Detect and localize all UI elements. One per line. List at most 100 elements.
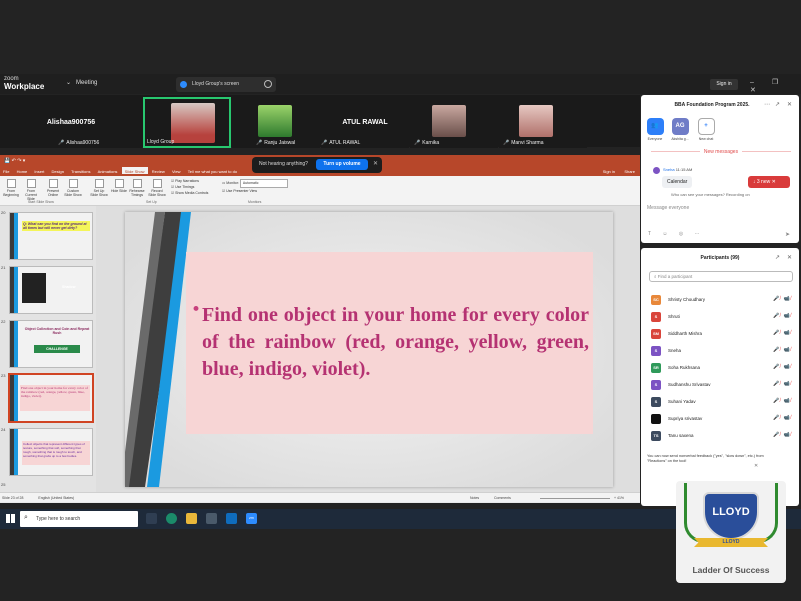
participant-search-input[interactable]: ⌕ Find a participant — [649, 271, 793, 282]
tab-design[interactable]: Design — [49, 167, 67, 174]
muted-icons[interactable]: 🎤̸ 📹̸ — [773, 432, 792, 438]
close-icon[interactable]: ✕ — [754, 463, 758, 469]
avatar: S — [651, 380, 661, 390]
tab-insert[interactable]: Insert — [31, 167, 47, 174]
participant-row[interactable]: S Sudhanshu Srivastav 🎤̸ 📹̸ — [641, 377, 799, 393]
participant-row[interactable]: SR Soha Rukhsana 🎤̸ 📹̸ — [641, 360, 799, 376]
sign-in-button[interactable]: Sign in — [710, 79, 738, 90]
from-beginning-button[interactable]: From Beginning — [2, 179, 20, 197]
muted-icons[interactable]: 🎤̸ 📹̸ — [773, 330, 792, 336]
participant-row[interactable]: S Sneha 🎤̸ 📹̸ — [641, 343, 799, 359]
custom-show-button[interactable]: Custom Slide Show — [64, 179, 82, 197]
channel-everyone[interactable]: 👥 Everyone — [644, 118, 666, 141]
participant-video — [258, 105, 292, 137]
participant-row[interactable]: TS Tanu saxena 🎤̸ 📹̸ — [641, 428, 799, 444]
record-show-button[interactable]: Record Slide Show — [148, 179, 166, 197]
notes-button[interactable]: Notes — [470, 496, 479, 500]
participant-tile-active[interactable]: Lloyd Group — [143, 97, 231, 148]
tab-view[interactable]: View — [169, 167, 184, 174]
slide-thumbnail-selected[interactable]: Find one object in your home for every c… — [8, 373, 94, 423]
participant-tile[interactable]: 🎤 Karnika — [410, 97, 498, 148]
muted-icons[interactable]: 🎤̸ 📹̸ — [773, 415, 792, 421]
zoom-logo: zoom Workplace — [4, 76, 44, 91]
participant-tile[interactable]: 🎤 Ranju Jaiswal — [232, 97, 320, 148]
close-icon[interactable]: ✕ — [373, 160, 378, 167]
muted-icons[interactable]: 🎤̸ 📹̸ — [773, 296, 792, 302]
participant-row[interactable]: Supriya srivastav 🎤̸ 📹̸ — [641, 411, 799, 427]
slide-thumbnail[interactable]: Collect objects that represent different… — [9, 428, 93, 476]
share-screen-tab[interactable]: Lloyd Group's screen — [176, 77, 276, 92]
slide-thumb-text: Find one object in your home for every c… — [20, 385, 90, 411]
tab-transitions[interactable]: Transitions — [68, 167, 93, 174]
new-messages-pill[interactable]: ↓ 3 new ✕ — [748, 176, 790, 188]
more-options-icon[interactable] — [264, 80, 272, 88]
ppt-share[interactable]: Share — [621, 167, 638, 174]
rehearse-button[interactable]: Rehearse Timings — [128, 179, 146, 197]
tab-animations[interactable]: Animations — [95, 167, 121, 174]
participant-tile[interactable]: 🎤 Manvi Sharma — [499, 97, 587, 148]
slide-thumbnail[interactable]: Object Collection and Coin and Repeat Ru… — [9, 320, 93, 368]
language-indicator[interactable]: English (United States) — [38, 496, 74, 500]
show-media-checkbox[interactable]: ☑ Show Media Controls — [171, 190, 208, 196]
present-online-button[interactable]: Present Online — [44, 179, 62, 197]
participant-row[interactable]: SM Siddharth Mishra 🎤̸ 📹̸ — [641, 326, 799, 342]
slide-thumbnail-panel[interactable]: 20 Q: What can you find on the ground at… — [0, 206, 96, 492]
popout-icon[interactable]: ↗ — [775, 101, 780, 108]
muted-icons[interactable]: 🎤̸ 📹̸ — [773, 398, 792, 404]
participant-tile[interactable]: Alishaa900756 🎤 Alishaa900756 — [0, 97, 142, 148]
store-icon[interactable] — [206, 513, 217, 524]
window-controls[interactable]: – ❐ ✕ — [750, 78, 801, 94]
outlook-icon[interactable] — [226, 513, 237, 524]
edge-icon[interactable] — [166, 513, 177, 524]
channel-akshita[interactable]: AG Akshita g... — [669, 118, 691, 141]
muted-icons[interactable]: 🎤̸ 📹̸ — [773, 313, 792, 319]
slide-thumbnail[interactable]: Q: What can you find on the ground at al… — [9, 212, 93, 260]
presenter-view-checkbox[interactable]: ☑ Use Presenter View — [222, 188, 288, 195]
set-up-show-button[interactable]: Set Up Slide Show — [90, 179, 108, 197]
from-current-button[interactable]: From Current Slide — [22, 179, 40, 201]
comments-button[interactable]: Comments — [494, 496, 511, 500]
chat-message[interactable]: Calendar — [662, 176, 693, 188]
muted-icons[interactable]: 🎤̸ 📹̸ — [773, 347, 792, 353]
send-icon[interactable]: ➤ — [785, 231, 790, 238]
new-chat-button[interactable]: + New chat — [695, 118, 717, 141]
chat-toolbar[interactable]: T ☺ ◎ ⋯ — [648, 231, 705, 237]
participant-tile[interactable]: ATUL RAWAL 🎤 ATUL RAWAL — [321, 97, 409, 148]
slide-thumbnail[interactable]: Shadow — [9, 266, 93, 314]
close-icon[interactable]: ✕ — [787, 101, 792, 108]
tab-file[interactable]: File — [0, 167, 12, 174]
hide-slide-button[interactable]: Hide Slide — [110, 179, 128, 193]
zoom-slider[interactable] — [540, 498, 610, 499]
avatar: S — [651, 397, 661, 407]
tell-me-box[interactable]: Tell me what you want to do — [185, 167, 240, 174]
participant-row[interactable]: SC Shristy Choudhary 🎤̸ 📹̸ — [641, 292, 799, 308]
popout-icon[interactable]: ↗ — [775, 254, 780, 261]
slide-text-box[interactable]: • Find one object in your home for every… — [186, 252, 593, 434]
tab-slide-show[interactable]: Slide Show — [121, 167, 148, 174]
participant-row[interactable]: S Suhani Yadav 🎤̸ 📹̸ — [641, 394, 799, 410]
tab-home[interactable]: Home — [14, 167, 31, 174]
zoom-percentage[interactable]: + 41% — [614, 496, 624, 500]
plus-icon: + — [697, 118, 715, 135]
meeting-menu[interactable]: ⌄ Meeting — [66, 79, 97, 86]
participant-row[interactable]: S Shruti 🎤̸ 📹̸ — [641, 309, 799, 325]
laurel-icon — [684, 483, 704, 543]
tab-review[interactable]: Review — [149, 167, 168, 174]
who-can-see-link[interactable]: Who can see your messages? Recording on — [671, 192, 750, 197]
ppt-quick-access[interactable]: 💾 ↶ ↷ ▾ — [4, 158, 25, 164]
taskbar-search-input[interactable]: ⌕ Type here to search — [20, 511, 138, 527]
message-input[interactable]: Message everyone — [647, 205, 689, 211]
group-label-setup: Set Up — [146, 200, 157, 204]
task-view-icon[interactable] — [146, 513, 157, 524]
zoom-app-icon[interactable]: zm — [246, 513, 257, 524]
muted-icons[interactable]: 🎤̸ 📹̸ — [773, 381, 792, 387]
ppt-sign-in[interactable]: Sign in — [600, 167, 618, 174]
current-slide[interactable]: • Find one object in your home for every… — [125, 212, 613, 487]
muted-icons[interactable]: 🎤̸ 📹̸ — [773, 364, 792, 370]
monitor-select[interactable]: ▭ Monitor: Automatic — [222, 179, 288, 188]
close-icon[interactable]: ✕ — [787, 254, 792, 261]
more-icon[interactable]: ⋯ — [764, 101, 770, 108]
windows-start-icon[interactable] — [6, 514, 15, 523]
file-explorer-icon[interactable] — [186, 513, 197, 524]
turn-up-volume-button[interactable]: Turn up volume — [316, 159, 368, 170]
